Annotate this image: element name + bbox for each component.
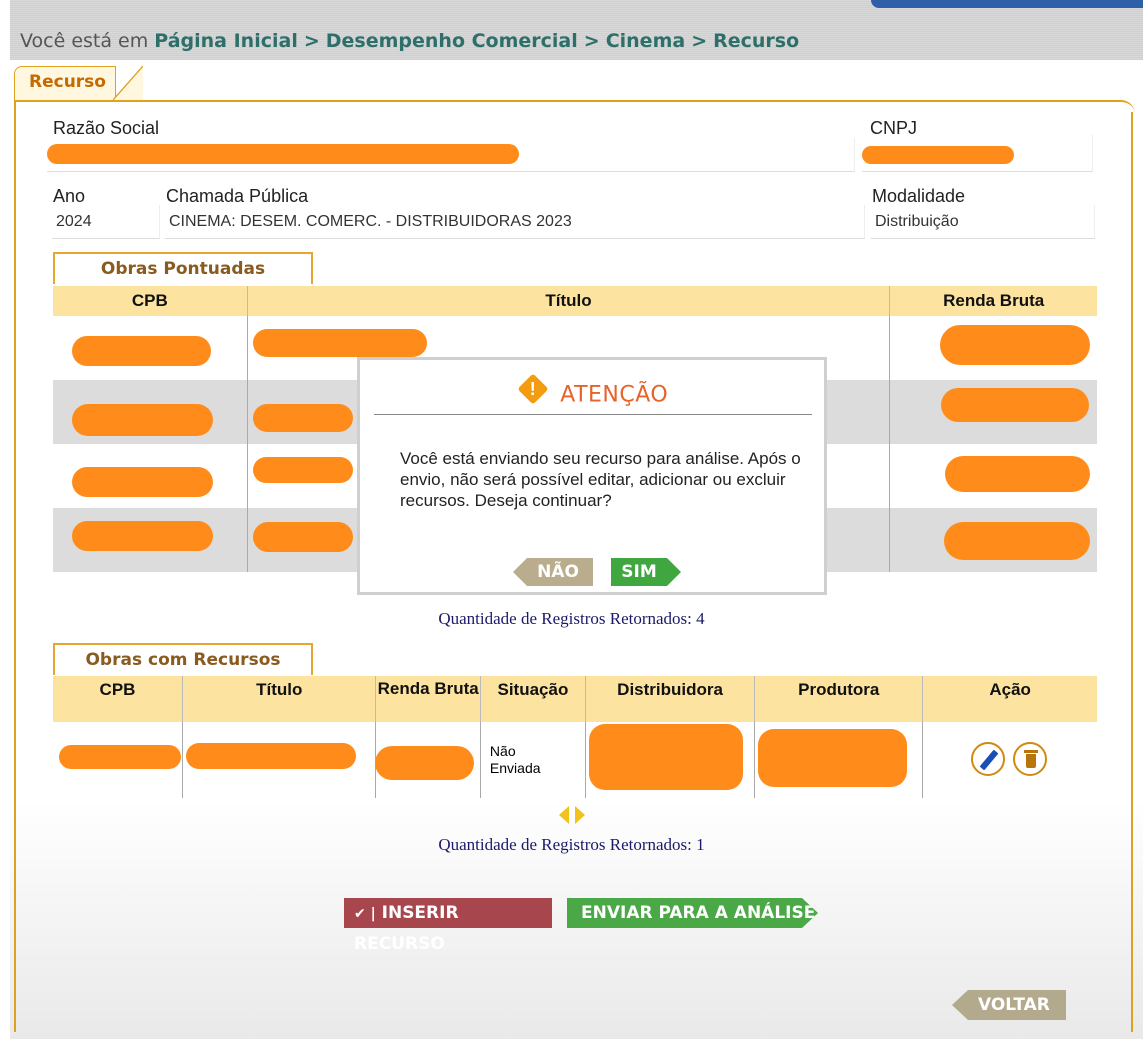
breadcrumb-current: Recurso bbox=[713, 30, 800, 52]
breadcrumb: Você está em Página Inicial > Desempenho C… bbox=[20, 30, 799, 52]
pencil-icon bbox=[979, 749, 999, 771]
tab-obras-pontuadas[interactable]: Obras Pontuadas bbox=[53, 252, 313, 284]
tab-recurso-label: Recurso bbox=[29, 72, 106, 92]
modalidade-label: Modalidade bbox=[872, 186, 966, 206]
enviar-para-analise-button[interactable]: ENVIAR PARA A ANÁLISE bbox=[567, 898, 818, 928]
edit-button[interactable] bbox=[971, 742, 1005, 776]
col-renda-bruta: Renda Bruta bbox=[889, 286, 1097, 316]
razao-social-label: Razão Social bbox=[53, 118, 160, 138]
inserir-recurso-button[interactable]: ✔ | INSERIR RECURSO bbox=[344, 898, 552, 954]
redacted-cell bbox=[72, 336, 211, 366]
redacted-cell bbox=[72, 404, 213, 436]
redacted-razao-social bbox=[47, 144, 519, 164]
modalidade-field: Distribuição bbox=[871, 205, 1095, 239]
col-cpb: CPB bbox=[53, 286, 248, 316]
prev-page-icon[interactable] bbox=[559, 806, 569, 824]
dialog-title: ATENÇÃO bbox=[560, 382, 669, 408]
redacted-cell bbox=[253, 522, 353, 552]
chamada-field: CINEMA: DESEM. COMERC. - DISTRIBUIDORAS … bbox=[165, 205, 865, 239]
dialog-message: Você está enviando seu recurso para anál… bbox=[400, 449, 801, 510]
breadcrumb-prefix: Você está em bbox=[20, 30, 149, 52]
col-cpb: CPB bbox=[53, 676, 184, 722]
check-icon: ✔ | bbox=[354, 906, 376, 922]
redacted-cell bbox=[944, 522, 1090, 560]
header-strip bbox=[871, 0, 1143, 8]
redacted-cell bbox=[589, 724, 743, 790]
redacted-cell bbox=[758, 729, 907, 787]
nao-button[interactable]: NÃO bbox=[513, 558, 593, 586]
panel-border bbox=[1131, 112, 1133, 1032]
col-situacao: Situação bbox=[480, 676, 586, 722]
redacted-cell bbox=[941, 388, 1089, 422]
col-titulo: Título bbox=[182, 676, 377, 722]
sim-button[interactable]: SIM bbox=[611, 558, 681, 586]
chamada-label: Chamada Pública bbox=[166, 186, 309, 206]
obras-pontuadas-count: Quantidade de Registros Retornados: 4 bbox=[438, 609, 705, 628]
breadcrumb-cinema-link[interactable]: Cinema bbox=[606, 30, 686, 52]
warning-icon: ! bbox=[517, 373, 549, 405]
redacted-cell bbox=[72, 467, 213, 497]
obras-recursos-count: Quantidade de Registros Retornados: 1 bbox=[438, 835, 705, 854]
breadcrumb-separator: > bbox=[691, 30, 708, 52]
ano-label: Ano bbox=[53, 186, 86, 206]
delete-button[interactable] bbox=[1013, 742, 1047, 776]
redacted-cell bbox=[253, 457, 353, 483]
ano-field: 2024 bbox=[52, 205, 160, 239]
redacted-cell bbox=[940, 325, 1090, 365]
breadcrumb-separator: > bbox=[583, 30, 600, 52]
redacted-cell bbox=[253, 404, 353, 432]
tab-recurso[interactable]: Recurso bbox=[14, 66, 143, 101]
voltar-button[interactable]: VOLTAR bbox=[952, 990, 1066, 1020]
redacted-cnpj bbox=[862, 146, 1014, 164]
dialog-header: ! ATENÇÃO bbox=[374, 373, 812, 415]
next-page-icon[interactable] bbox=[575, 806, 585, 824]
redacted-cell bbox=[375, 746, 474, 780]
trash-icon-body bbox=[1026, 754, 1036, 768]
breadcrumb-desempenho-link[interactable]: Desempenho Comercial bbox=[326, 30, 578, 52]
obras-recursos-table: CPB Título Renda Bruta Situação Distribu… bbox=[53, 676, 1097, 798]
redacted-cell bbox=[72, 521, 213, 551]
situacao-cell: Não Enviada bbox=[480, 722, 586, 798]
col-renda-bruta: Renda Bruta bbox=[375, 676, 481, 722]
col-produtora: Produtora bbox=[754, 676, 924, 722]
tab-obras-com-recursos[interactable]: Obras com Recursos bbox=[53, 643, 313, 675]
col-titulo: Título bbox=[247, 286, 891, 316]
col-acao: Ação bbox=[922, 676, 1097, 722]
redacted-cell bbox=[253, 329, 427, 357]
breadcrumb-separator: > bbox=[303, 30, 320, 52]
pager bbox=[559, 806, 593, 824]
trash-icon bbox=[1024, 750, 1038, 753]
breadcrumb-home-link[interactable]: Página Inicial bbox=[154, 30, 298, 52]
col-distribuidora: Distribuidora bbox=[585, 676, 756, 722]
redacted-cell bbox=[59, 745, 181, 769]
redacted-cell bbox=[945, 456, 1090, 492]
redacted-cell bbox=[186, 743, 356, 769]
